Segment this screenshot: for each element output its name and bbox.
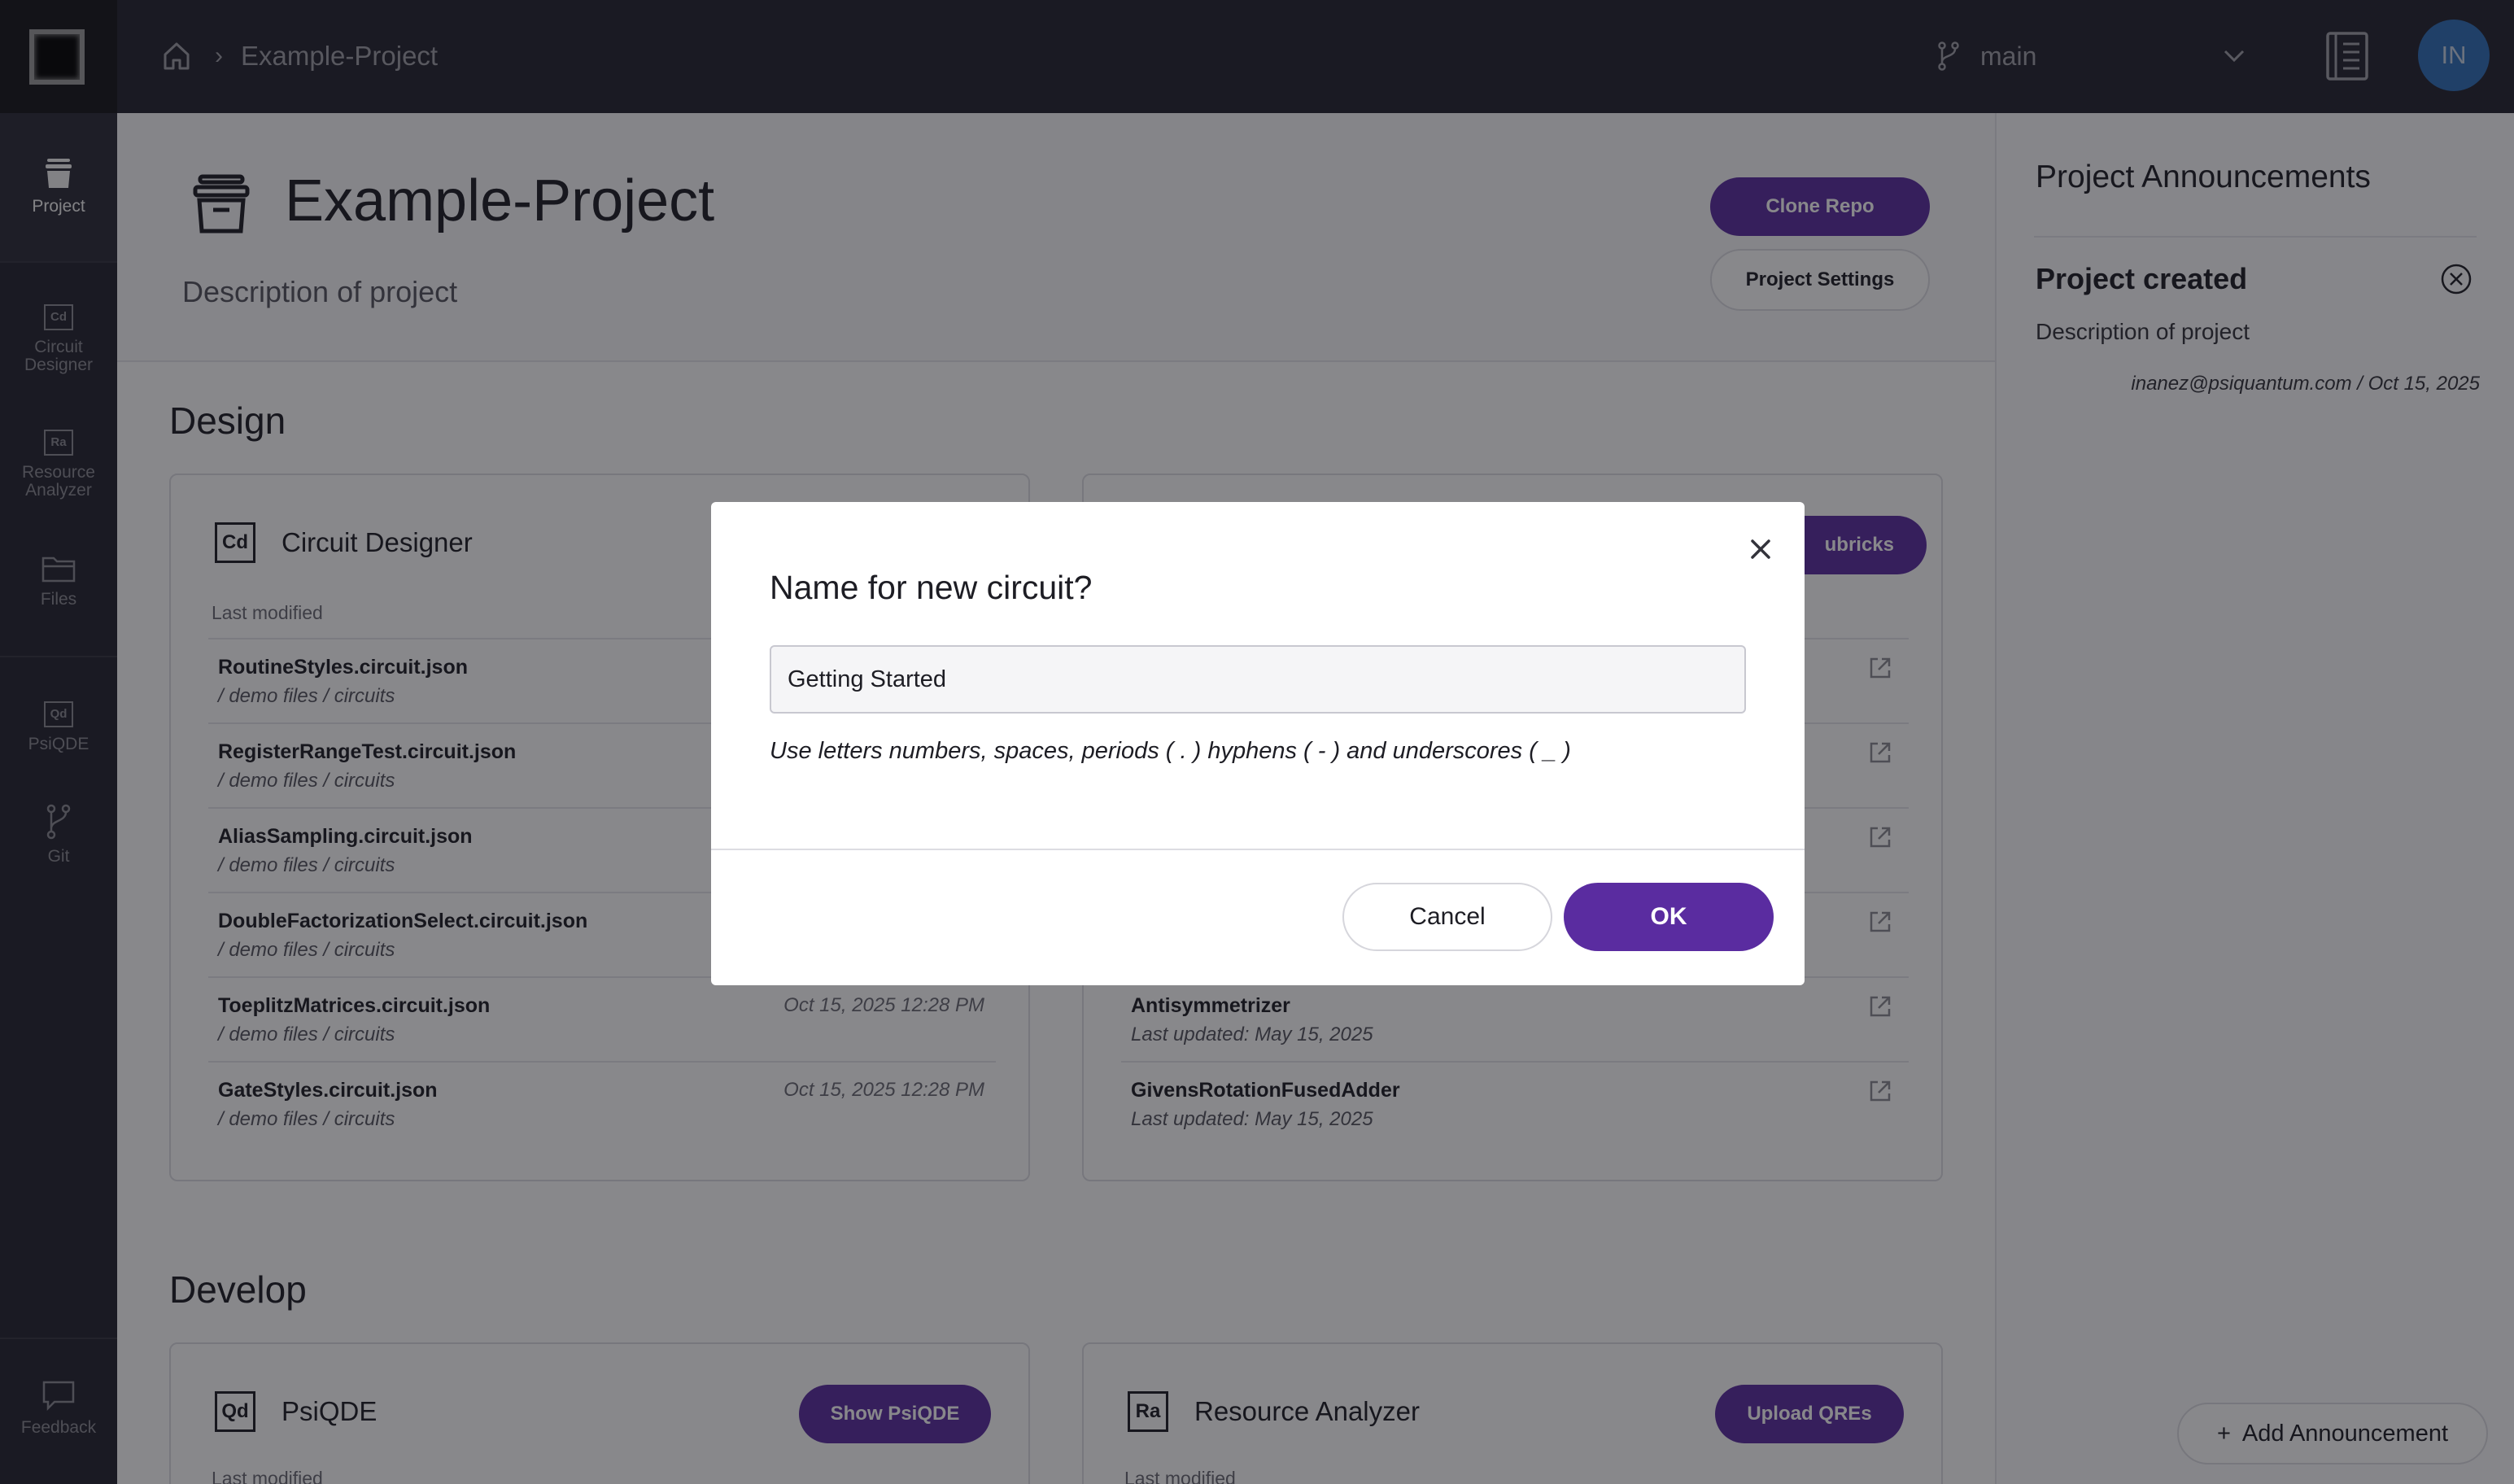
- cancel-button[interactable]: Cancel: [1342, 883, 1552, 951]
- new-circuit-dialog: Name for new circuit? Use letters number…: [711, 502, 1805, 985]
- dialog-hint: Use letters numbers, spaces, periods ( .…: [770, 738, 1571, 764]
- close-icon[interactable]: [1746, 535, 1775, 564]
- circuit-name-input[interactable]: [770, 645, 1746, 714]
- divider: [711, 849, 1805, 850]
- ok-button[interactable]: OK: [1564, 883, 1774, 951]
- dialog-title: Name for new circuit?: [770, 569, 1093, 606]
